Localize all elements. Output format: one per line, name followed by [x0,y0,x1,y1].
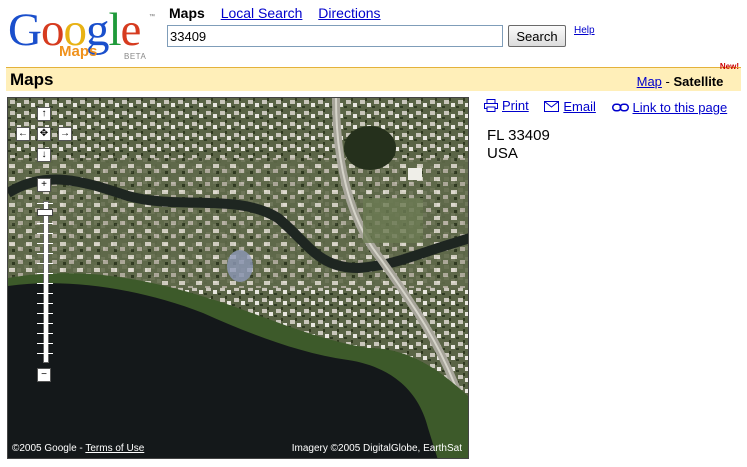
logo-product-name: Maps [59,43,98,60]
email-link[interactable]: Email [563,99,596,114]
zoom-tick [37,203,53,204]
down-arrow-icon: ↓ [41,149,47,160]
new-badge: New! [719,62,739,71]
print-link[interactable]: Print [502,98,529,113]
map-actions: Print Email Link to this page [484,98,739,115]
center-icon: ✥ [39,128,49,139]
zoom-tick [37,293,53,294]
pan-center-button[interactable]: ✥ [37,127,51,141]
satellite-imagery [8,98,468,458]
pan-down-button[interactable]: ↓ [37,148,51,162]
zoom-slider-track[interactable] [43,201,49,363]
up-arrow-icon: ↑ [41,108,47,119]
logo-letter: l [108,4,121,56]
print-action[interactable]: Print [484,98,529,113]
location-address: FL 33409 USA [487,127,550,163]
right-arrow-icon: → [60,128,70,139]
link-to-page-action[interactable]: Link to this page [611,100,728,115]
zoom-slider-thumb[interactable] [37,209,53,216]
logo-letter: G [8,4,42,56]
zoom-tick [37,273,53,274]
title-bar: Maps Map - Satellite New! [6,62,741,91]
zoom-tick [37,323,53,324]
email-action[interactable]: Email [544,99,596,114]
printer-icon [484,99,498,112]
nav-directions-link[interactable]: Directions [318,5,380,21]
satellite-map[interactable]: ↑ ← ✥ → ↓ + − ©2005 Google - Terms of Us… [7,97,469,459]
help-link[interactable]: Help [574,25,595,36]
beta-badge: BETA [124,52,147,61]
zoom-tick [37,263,53,264]
trademark-mark: ™ [149,14,155,20]
zoom-tick [37,253,53,254]
envelope-icon [544,101,560,112]
pan-left-button[interactable]: ← [16,127,30,141]
imagery-credit: Imagery ©2005 DigitalGlobe, EarthSat [291,443,462,454]
chain-link-icon [611,103,629,112]
address-line-2: USA [487,145,518,162]
link-to-this-page[interactable]: Link to this page [633,100,728,115]
left-arrow-icon: ← [18,128,28,139]
page-title: Maps [10,70,54,89]
map-view-link[interactable]: Map [637,74,662,89]
zoom-tick [37,343,53,344]
zoom-tick [37,283,53,284]
nav-current-maps: Maps [169,5,205,21]
copyright-text: ©2005 Google - [12,443,86,454]
view-mode-switcher: Map - Satellite [637,74,739,89]
zoom-out-icon: − [41,369,47,380]
top-nav: Maps Local Search Directions [169,5,393,21]
search-input[interactable] [167,25,503,47]
pan-right-button[interactable]: → [58,127,72,141]
terms-of-use-link[interactable]: Terms of Use [85,443,144,454]
google-maps-logo[interactable]: Google ™ Maps BETA [8,6,158,62]
zoom-in-button[interactable]: + [37,178,51,192]
mode-separator: - [665,74,670,89]
map-copyright: ©2005 Google - Terms of Use [12,443,144,454]
pan-up-button[interactable]: ↑ [37,107,51,121]
nav-local-search-link[interactable]: Local Search [221,5,303,21]
satellite-view-label: Satellite [673,74,724,89]
zoom-tick [37,303,53,304]
zoom-tick [37,313,53,314]
zoom-in-icon: + [41,179,47,190]
zoom-out-button[interactable]: − [37,368,51,382]
logo-letter: e [120,4,142,56]
zoom-tick [37,243,53,244]
zoom-tick [37,233,53,234]
address-line-1: FL 33409 [487,127,550,144]
zoom-tick [37,333,53,334]
zoom-tick [37,223,53,224]
search-button[interactable]: Search [508,25,566,47]
zoom-tick [37,353,53,354]
